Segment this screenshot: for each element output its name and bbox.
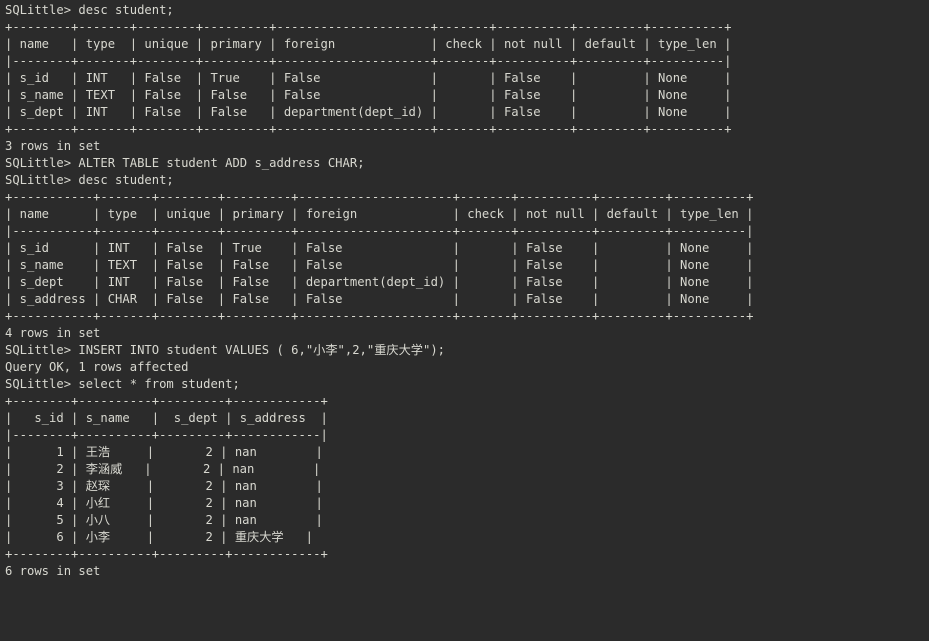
terminal-line: | s_id | s_name | s_dept | s_address | <box>5 411 328 425</box>
terminal-line: +--------+----------+---------+---------… <box>5 394 328 408</box>
terminal-line: |--------+-------+--------+---------+---… <box>5 54 732 68</box>
terminal-line: | s_address | CHAR | False | False | Fal… <box>5 292 754 306</box>
terminal-line: | 6 | 小李 | 2 | 重庆大学 | <box>5 530 313 544</box>
terminal-line: SQLittle> select * from student; <box>5 377 240 391</box>
terminal-line: | s_id | INT | False | True | False | | … <box>5 241 754 255</box>
terminal-line: 6 rows in set <box>5 564 101 578</box>
terminal-line: SQLittle> desc student; <box>5 3 174 17</box>
terminal-line: | 4 | 小红 | 2 | nan | <box>5 496 323 510</box>
terminal-line: | s_name | TEXT | False | False | False … <box>5 88 732 102</box>
terminal-line: | s_dept | INT | False | False | departm… <box>5 105 732 119</box>
terminal-line: | 3 | 赵琛 | 2 | nan | <box>5 479 323 493</box>
terminal-line: |-----------+-------+--------+---------+… <box>5 224 754 238</box>
terminal-line: +--------+-------+--------+---------+---… <box>5 122 732 136</box>
terminal-line: |--------+----------+---------+---------… <box>5 428 328 442</box>
terminal-line: | 5 | 小八 | 2 | nan | <box>5 513 323 527</box>
terminal-line: | 2 | 李涵威 | 2 | nan | <box>5 462 321 476</box>
terminal-line: +--------+-------+--------+---------+---… <box>5 20 732 34</box>
terminal-line: SQLittle> ALTER TABLE student ADD s_addr… <box>5 156 365 170</box>
terminal-line: 4 rows in set <box>5 326 101 340</box>
terminal-line: +--------+----------+---------+---------… <box>5 547 328 561</box>
terminal-window[interactable]: SQLittle> desc student; +--------+-------… <box>0 0 929 641</box>
terminal-line: | name | type | unique | primary | forei… <box>5 207 754 221</box>
terminal-line: SQLittle> desc student; <box>5 173 174 187</box>
terminal-line: +-----------+-------+--------+---------+… <box>5 190 754 204</box>
terminal-line: +-----------+-------+--------+---------+… <box>5 309 754 323</box>
terminal-line: | name | type | unique | primary | forei… <box>5 37 732 51</box>
terminal-line: SQLittle> INSERT INTO student VALUES ( 6… <box>5 343 445 357</box>
terminal-line: 3 rows in set <box>5 139 101 153</box>
terminal-line: | s_name | TEXT | False | False | False … <box>5 258 754 272</box>
terminal-line: | s_id | INT | False | True | False | | … <box>5 71 732 85</box>
terminal-line: | s_dept | INT | False | False | departm… <box>5 275 754 289</box>
terminal-line: | 1 | 王浩 | 2 | nan | <box>5 445 323 459</box>
terminal-line: Query OK, 1 rows affected <box>5 360 189 374</box>
